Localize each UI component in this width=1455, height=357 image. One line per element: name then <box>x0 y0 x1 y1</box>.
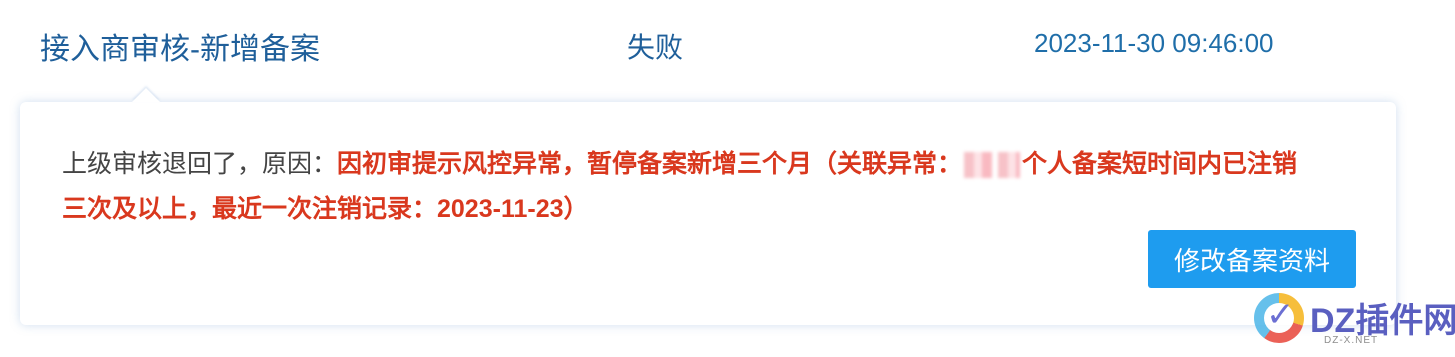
checkmark-icon: ✓ <box>1266 296 1295 334</box>
reason-text-part1: 因初审提示风控异常，暂停备案新增三个月（关联异常： <box>337 150 963 178</box>
status-label: 失败 <box>627 32 684 63</box>
record-datetime: 2023-11-30 09:46:00 <box>1034 28 1274 58</box>
popover-arrow <box>132 88 160 102</box>
edit-filing-button[interactable]: 修改备案资料 <box>1148 230 1356 288</box>
redacted-block <box>964 152 1021 179</box>
detail-message: 上级审核退回了，原因：因初审提示风控异常，暂停备案新增三个月（关联异常： 个人备案… <box>62 142 1322 232</box>
message-prefix: 上级审核退回了，原因： <box>62 150 338 178</box>
detail-popover: 上级审核退回了，原因：因初审提示风控异常，暂停备案新增三个月（关联异常： 个人备案… <box>20 88 1396 325</box>
watermark-subtext: DZ-X.NET <box>1324 335 1379 346</box>
record-row: 接入商审核-新增备案 失败 2023-11-30 09:46:00 <box>0 0 1455 90</box>
record-title[interactable]: 接入商审核-新增备案 <box>40 24 320 68</box>
watermark: ✓ DZ插件网 DZ-X.NET <box>1254 291 1455 349</box>
